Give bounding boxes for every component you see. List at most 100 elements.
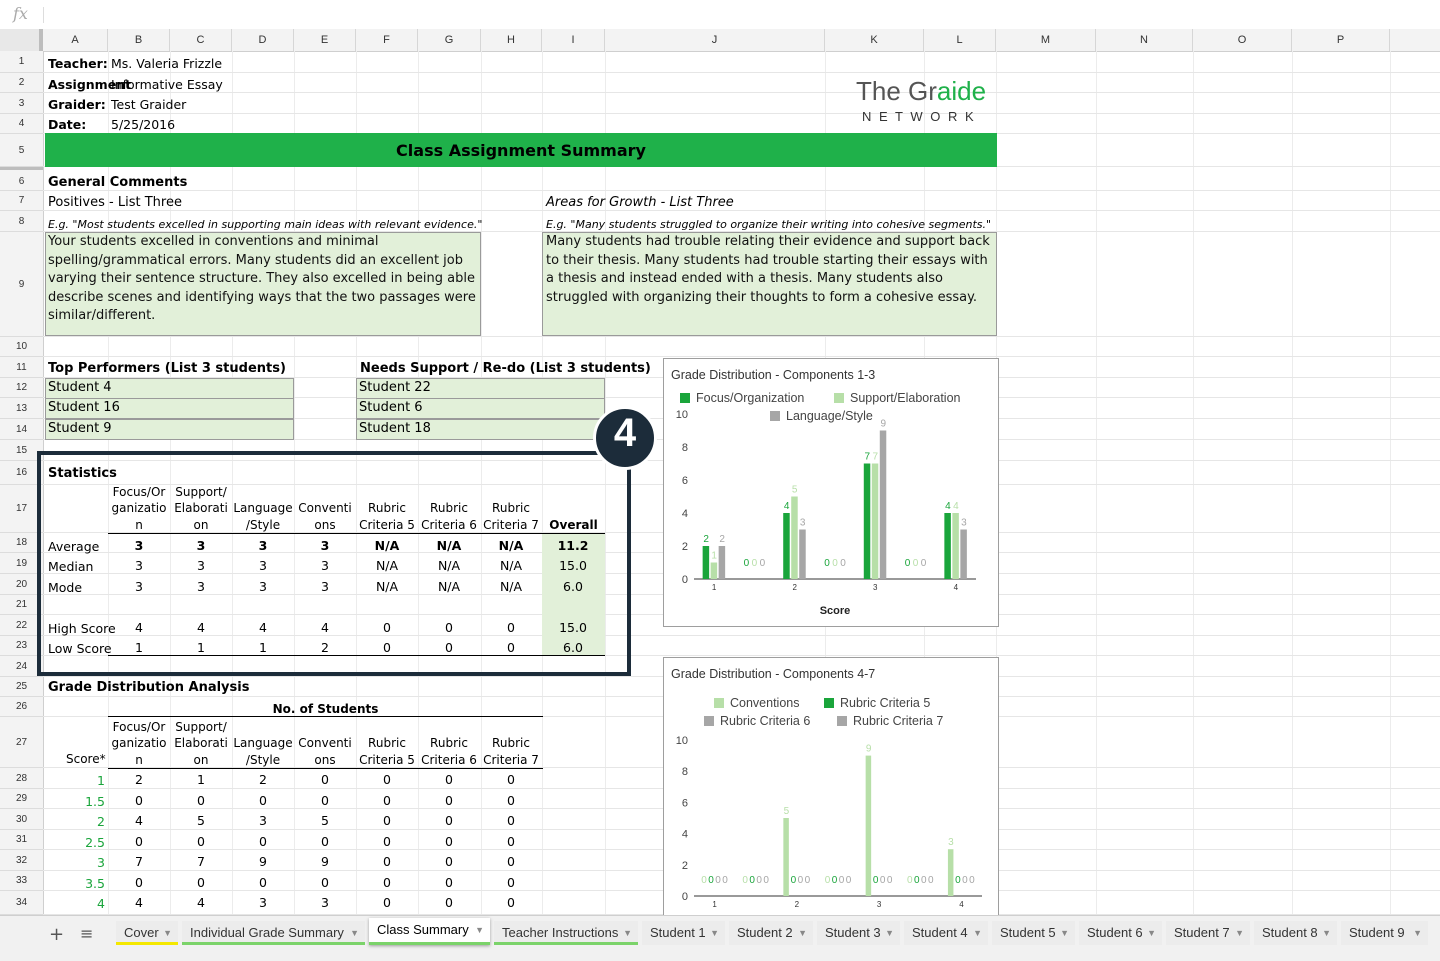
sheet-tab-student-7[interactable]: Student 7 ▼ — [1166, 921, 1250, 945]
column-header-m[interactable]: M — [996, 29, 1096, 51]
stats-value[interactable]: 3 — [109, 579, 169, 594]
all-sheets-menu-icon[interactable]: ≡ — [80, 924, 93, 943]
row-header-5[interactable]: 5 — [0, 134, 43, 167]
gda-count[interactable]: 0 — [419, 875, 479, 890]
stats-value[interactable]: 0 — [481, 620, 541, 635]
bar-focus-organization[interactable] — [783, 513, 790, 579]
gda-count[interactable]: 0 — [357, 813, 417, 828]
stats-value[interactable]: 3 — [109, 558, 169, 573]
stats-value[interactable]: N/A — [419, 579, 479, 594]
gda-count[interactable]: 9 — [233, 854, 293, 869]
sheet-tab-class-summary[interactable]: Class Summary ▼ — [369, 918, 490, 945]
gda-count[interactable]: 0 — [357, 854, 417, 869]
row-header-12[interactable]: 12 — [0, 378, 43, 398]
stats-value[interactable]: N/A — [419, 558, 479, 573]
row-header-29[interactable]: 29 — [0, 789, 43, 809]
row-header-6[interactable]: 6 — [0, 167, 43, 191]
chevron-down-icon[interactable]: ▼ — [1147, 921, 1156, 945]
stats-value[interactable]: N/A — [481, 579, 541, 594]
gda-count[interactable]: 0 — [233, 793, 293, 808]
bar-conventions[interactable] — [947, 849, 954, 896]
column-header-o[interactable]: O — [1193, 29, 1292, 51]
gda-count[interactable]: 0 — [357, 834, 417, 849]
gda-count[interactable]: 4 — [109, 895, 169, 910]
row-header-13[interactable]: 13 — [0, 398, 43, 419]
gda-count[interactable]: 0 — [357, 895, 417, 910]
bar-focus-organization[interactable] — [863, 463, 871, 580]
row-header-32[interactable]: 32 — [0, 850, 43, 871]
stats-value[interactable]: 4 — [233, 620, 293, 635]
row-header-8[interactable]: 8 — [0, 211, 43, 232]
sheet-tab-student-3[interactable]: Student 3 ▼ — [817, 921, 900, 945]
sheet-tab-individual-grade-summary[interactable]: Individual Grade Summary ▼ — [182, 921, 365, 945]
gda-count[interactable]: 0 — [171, 793, 231, 808]
gda-count[interactable]: 0 — [171, 875, 231, 890]
bar-language-style[interactable] — [799, 529, 806, 580]
column-header-g[interactable]: G — [418, 29, 481, 51]
stats-value[interactable]: 3 — [109, 538, 169, 553]
gda-count[interactable]: 0 — [171, 834, 231, 849]
row-header-33[interactable]: 33 — [0, 871, 43, 891]
gda-count[interactable]: 0 — [481, 875, 541, 890]
column-header-a[interactable]: A — [43, 29, 108, 51]
chevron-down-icon[interactable]: ▼ — [885, 921, 894, 945]
column-header-b[interactable]: B — [108, 29, 170, 51]
chevron-down-icon[interactable]: ▼ — [1235, 921, 1244, 945]
stats-value[interactable]: 2 — [295, 640, 355, 655]
bar-language-style[interactable] — [718, 546, 726, 579]
sheet-tab-teacher-instructions[interactable]: Teacher Instructions ▼ — [494, 921, 638, 945]
row-header-3[interactable]: 3 — [0, 93, 43, 114]
gda-count[interactable]: 2 — [233, 772, 293, 787]
stats-value[interactable]: 4 — [295, 620, 355, 635]
chevron-down-icon[interactable]: ▼ — [1060, 921, 1069, 945]
chevron-down-icon[interactable]: ▼ — [710, 921, 719, 945]
gda-count[interactable]: 0 — [357, 793, 417, 808]
row-header-25[interactable]: 25 — [0, 677, 43, 697]
stats-overall-value[interactable]: 6.0 — [543, 579, 603, 594]
bar-support-elaboration[interactable] — [871, 463, 879, 580]
gda-count[interactable]: 4 — [109, 813, 169, 828]
stats-value[interactable]: 0 — [419, 620, 479, 635]
chevron-down-icon[interactable]: ▼ — [1322, 921, 1331, 945]
stats-value[interactable]: 3 — [171, 538, 231, 553]
stats-value[interactable]: 4 — [109, 620, 169, 635]
bar-support-elaboration[interactable] — [791, 496, 798, 580]
date-value[interactable]: 5/25/2016 — [111, 117, 175, 132]
gda-count[interactable]: 0 — [481, 772, 541, 787]
chevron-down-icon[interactable]: ▼ — [798, 921, 807, 945]
gda-count[interactable]: 0 — [419, 772, 479, 787]
gda-count[interactable]: 0 — [481, 793, 541, 808]
gda-count[interactable]: 0 — [109, 793, 169, 808]
column-header-i[interactable]: I — [542, 29, 605, 51]
chevron-down-icon[interactable]: ▼ — [1413, 921, 1422, 945]
row-header-7[interactable]: 7 — [0, 191, 43, 211]
chart-components-4-7[interactable]: Grade Distribution - Components 4-7 Conve… — [663, 657, 999, 915]
stats-value[interactable]: 3 — [233, 579, 293, 594]
stats-value[interactable]: 0 — [481, 640, 541, 655]
column-header-j[interactable]: J — [605, 29, 825, 51]
row-header-26[interactable]: 26 — [0, 697, 43, 717]
stats-value[interactable]: N/A — [481, 538, 541, 553]
gda-count[interactable]: 0 — [481, 895, 541, 910]
chevron-down-icon[interactable]: ▼ — [973, 921, 982, 945]
gda-count[interactable]: 0 — [357, 875, 417, 890]
sheet-tab-student-2[interactable]: Student 2 ▼ — [729, 921, 813, 945]
gda-count[interactable]: 0 — [419, 854, 479, 869]
row-header-10[interactable]: 10 — [0, 337, 43, 357]
stats-value[interactable]: 4 — [171, 620, 231, 635]
stats-value[interactable]: 1 — [171, 640, 231, 655]
gda-count[interactable]: 3 — [233, 895, 293, 910]
sheet-tab-student-5[interactable]: Student 5 ▼ — [992, 921, 1075, 945]
column-header-c[interactable]: C — [170, 29, 232, 51]
gda-count[interactable]: 0 — [109, 875, 169, 890]
gda-count[interactable]: 0 — [419, 895, 479, 910]
teacher-value[interactable]: Ms. Valeria Frizzle — [111, 56, 222, 71]
gda-count[interactable]: 5 — [295, 813, 355, 828]
gda-count[interactable]: 0 — [295, 793, 355, 808]
gda-count[interactable]: 0 — [295, 772, 355, 787]
bar-support-elaboration[interactable] — [952, 513, 959, 579]
graider-value[interactable]: Test Graider — [111, 97, 186, 112]
column-header-d[interactable]: D — [232, 29, 294, 51]
stats-value[interactable]: N/A — [419, 538, 479, 553]
stats-value[interactable]: N/A — [357, 579, 417, 594]
